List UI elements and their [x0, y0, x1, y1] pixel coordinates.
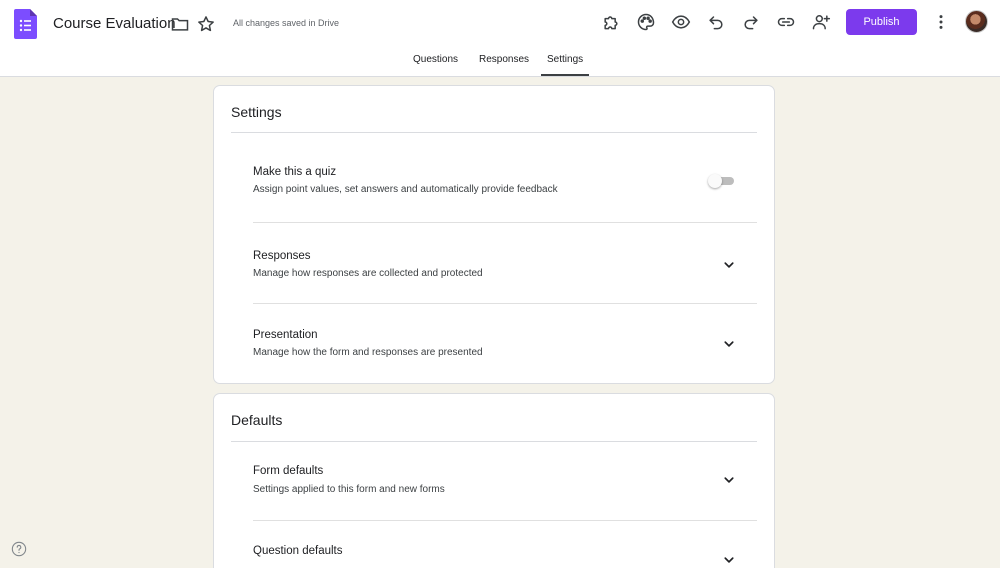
presentation-setting-description: Manage how the form and responses are pr… [253, 347, 483, 358]
palette-icon[interactable] [635, 11, 657, 33]
form-tabs: Questions Responses Settings [0, 54, 1000, 76]
divider [231, 132, 757, 133]
add-collaborator-icon[interactable] [810, 11, 832, 33]
avatar[interactable] [965, 10, 988, 33]
form-title[interactable]: Course Evaluation [53, 15, 176, 32]
toggle-thumb [708, 174, 722, 188]
divider [253, 222, 757, 223]
preview-eye-icon[interactable] [670, 11, 692, 33]
addons-icon[interactable] [600, 11, 622, 33]
chevron-down-icon[interactable] [720, 551, 738, 568]
undo-icon[interactable] [705, 11, 727, 33]
chevron-down-icon[interactable] [720, 471, 738, 489]
chevron-down-icon[interactable] [720, 256, 738, 274]
form-defaults-description: Settings applied to this form and new fo… [253, 484, 445, 495]
defaults-card: Defaults Form defaults Settings applied … [213, 393, 775, 568]
forms-logo-icon[interactable] [14, 9, 37, 39]
help-icon[interactable] [11, 541, 27, 557]
divider [253, 520, 757, 521]
divider [231, 441, 757, 442]
tab-responses[interactable]: Responses [479, 54, 529, 76]
presentation-setting-title: Presentation [253, 329, 318, 341]
quiz-setting-title: Make this a quiz [253, 166, 337, 178]
quiz-toggle[interactable] [708, 174, 736, 188]
form-defaults-title: Form defaults [253, 465, 324, 477]
app-header: Course Evaluation All changes saved in D… [0, 0, 1000, 77]
save-status: All changes saved in Drive [233, 18, 340, 28]
star-icon[interactable] [195, 13, 217, 35]
responses-setting-title: Responses [253, 250, 311, 262]
more-vert-icon[interactable] [930, 11, 952, 33]
redo-icon[interactable] [740, 11, 762, 33]
tab-settings[interactable]: Settings [540, 54, 590, 76]
folder-icon[interactable] [169, 13, 191, 35]
settings-card-title: Settings [231, 104, 282, 120]
chevron-down-icon[interactable] [720, 335, 738, 353]
question-defaults-title: Question defaults [253, 545, 343, 557]
quiz-setting-description: Assign point values, set answers and aut… [253, 184, 558, 195]
defaults-card-title: Defaults [231, 412, 283, 428]
tab-questions[interactable]: Questions [413, 54, 458, 76]
divider [253, 303, 757, 304]
settings-card: Settings Make this a quiz Assign point v… [213, 85, 775, 384]
publish-button[interactable]: Publish [846, 9, 917, 35]
link-icon[interactable] [775, 11, 797, 33]
responses-setting-description: Manage how responses are collected and p… [253, 268, 483, 279]
